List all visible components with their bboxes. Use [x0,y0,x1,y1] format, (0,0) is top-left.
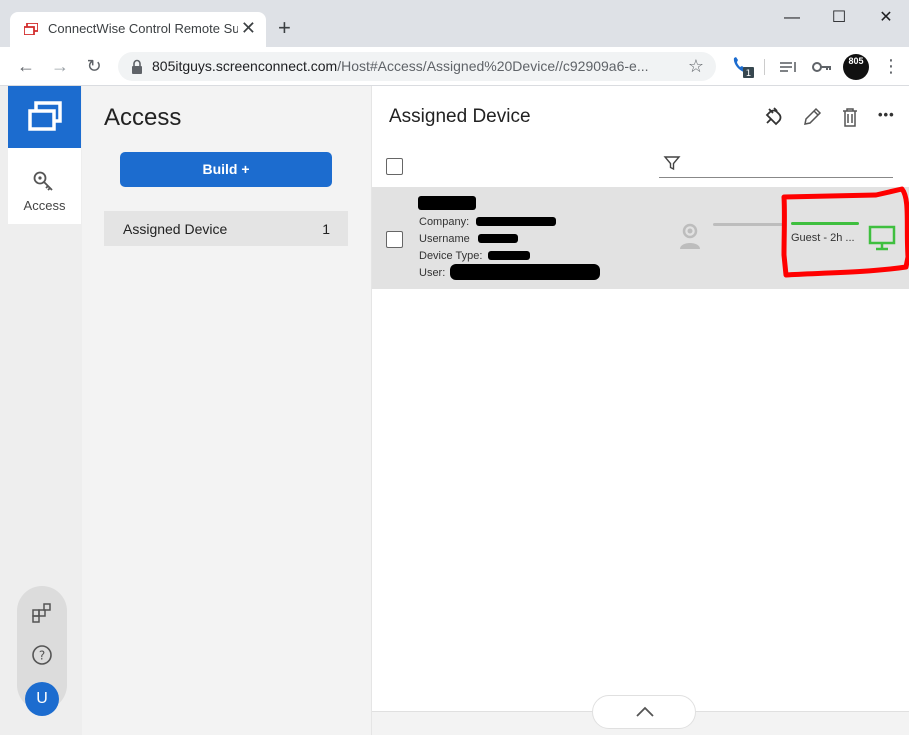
nav-rail: Access ? U [0,86,82,735]
favicon [24,23,38,35]
star-icon[interactable]: ☆ [688,56,704,76]
rail-access-label: Access [23,198,66,213]
session-list-pane: Assigned Device ••• Company: Username De… [371,86,909,735]
trash-icon[interactable] [839,106,861,128]
help-icon[interactable]: ? [31,644,53,666]
redacted-session-name [418,196,476,210]
collapse-panel-button[interactable] [592,695,696,729]
company-label: Company: [419,216,470,228]
access-panel: Access Build + Assigned Device 1 [82,86,371,735]
browser-tabstrip: ConnectWise Control Remote Su ✕ + — ☐ ✕ [0,0,909,47]
extras-icon[interactable] [31,602,53,624]
rail-utility-group: ? U [17,586,67,716]
logo-icon [28,101,62,131]
search-key-icon [33,171,53,191]
table-row[interactable]: Company: Username Device Type: User: Gue… [372,186,909,289]
avatar-letter: U [36,690,48,707]
address-bar[interactable]: 805itguys.screenconnect.com/Host#Access/… [118,52,716,81]
profile-avatar[interactable]: 805 [843,54,869,80]
app-logo[interactable] [8,86,81,148]
redacted-user [450,264,600,280]
group-count: 1 [322,221,330,237]
profile-text: 805 [848,56,864,66]
close-icon[interactable]: ✕ [241,18,256,38]
filter-input[interactable] [659,150,893,178]
filter-icon [663,156,681,171]
key-icon[interactable] [811,55,833,79]
reading-list-icon[interactable] [778,55,798,79]
redacted-username [478,234,518,243]
window-close-icon[interactable]: ✕ [863,6,909,32]
kebab-icon[interactable]: ⋮ [882,55,900,77]
lock-icon [132,59,142,74]
pencil-icon[interactable] [801,106,823,128]
username-label: Username [419,233,470,245]
app-root: Access ? U Access Build + Assigned Devic… [0,86,909,735]
redacted-company [476,217,556,226]
guest-icon [680,223,700,249]
back-icon[interactable]: ← [14,54,38,78]
minimize-icon[interactable]: — [769,6,815,32]
svg-text:1: 1 [746,69,752,79]
group-title: Assigned Device [389,106,531,127]
chevron-up-icon [636,706,654,717]
browser-tab[interactable]: ConnectWise Control Remote Su ✕ [10,12,266,47]
row-checkbox[interactable] [386,231,403,248]
plus-icon[interactable]: + [278,17,291,39]
group-label: Assigned Device [123,221,228,237]
svg-text:?: ? [39,649,45,663]
forward-icon[interactable]: → [48,54,72,78]
rail-item-access[interactable]: Access [8,148,81,224]
select-all-checkbox[interactable] [386,158,403,175]
host-connection-line [713,223,783,226]
session-group-assigned-device[interactable]: Assigned Device 1 [104,211,348,246]
tab-title: ConnectWise Control Remote Su [48,21,238,36]
user-label: User: [419,267,446,279]
maximize-icon[interactable]: ☐ [816,6,862,32]
more-icon[interactable]: ••• [878,107,895,122]
plug-icon[interactable] [763,106,785,128]
browser-toolbar: ← → ↻ 805itguys.screenconnect.com/Host#A… [0,47,909,86]
phone-icon[interactable]: 1 [730,55,756,79]
red-annotation-box [781,186,909,278]
redacted-device-type [488,251,530,260]
url-text: 805itguys.screenconnect.com/Host#Access/… [152,58,649,74]
build-button[interactable]: Build + [120,152,332,187]
page-title: Access [104,104,182,131]
reload-icon[interactable]: ↻ [82,54,106,78]
device-type-label: Device Type: [419,250,483,262]
user-avatar[interactable]: U [25,682,59,716]
